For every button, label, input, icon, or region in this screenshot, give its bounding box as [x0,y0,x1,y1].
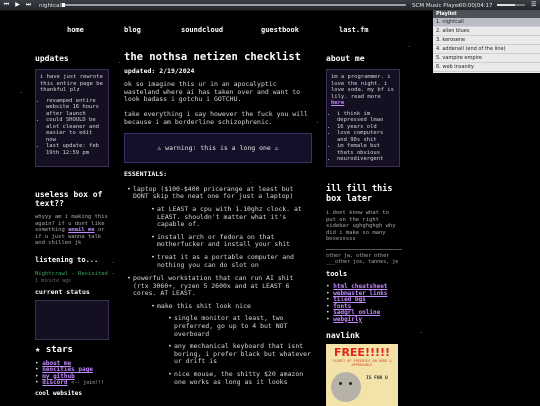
update-item: could SHOULD be alot cleaner and easier … [46,117,104,143]
join-note: <-- join!!! [71,379,105,386]
about-me-title: about me [326,54,365,63]
stars-links: • about me • neocities page • my github … [35,360,105,386]
volume-level [497,4,516,6]
right-sidebar: about me im a programmer. i love the nig… [326,54,400,167]
update-item: revamped entire website 16 hours after l… [46,98,104,118]
star-decoration: · [20,90,23,95]
playlist-title: Playlist [433,10,540,18]
useless-box-title: useless box of text?? [35,190,103,208]
star-decoration: · [420,330,423,335]
workstation-detail: • single monitor at least, two preferred,… [168,314,288,338]
stars-title: ★ stars [35,345,73,355]
update-item: last update: feb 19th 12:59 pm [46,143,104,156]
laptop-subitem: • at LEAST a cpu with 1.10ghz clock. at L… [151,204,302,229]
status-box [35,300,109,340]
updates-intro: i have just rewrote this entire page be … [40,74,103,93]
play-button[interactable]: ▶ [14,2,21,8]
cool-websites-title: cool websites [35,390,82,398]
nav-home[interactable]: home [67,26,84,34]
about-item: im female but thats obvious [337,143,395,156]
star-icon: ★ [35,345,41,355]
updates-title: updates [35,54,69,63]
webgirly-link[interactable]: webgirly [333,316,362,323]
workstation-detail: • any mechanical keyboard that isnt borin… [168,342,311,366]
workstation-detail: • nice mouse, the shitty $20 amazon one w… [168,370,304,386]
freebies-ad-banner[interactable]: FREE!!!!! PLENTY OF FREEBIES ON HERE & A… [326,344,398,406]
playlist-item[interactable]: 2. alien blues [433,27,540,36]
playlist-toggle-icon[interactable]: ☰ [531,2,538,8]
now-playing-title: nightcall [39,3,63,9]
page-title: the nothsa netizen checklist [124,51,302,63]
playlist-item[interactable]: 5. vampire empire [433,54,540,63]
nav-guestbook[interactable]: guestbook [261,26,299,34]
tools-list: • html cheatsheet • webmaster links • ti… [326,283,388,323]
workstation-subitem: • make this shit look nice [151,301,251,310]
read-more-link[interactable]: here [331,100,344,106]
disclaimer-paragraph: take everything i say however the fuck y… [124,109,308,126]
fill-box-text: i dont know what to put on the right sid… [326,210,396,242]
player-app-label: SCM Music Player [412,3,461,9]
fill-box-section: ill fill this box later i dont know what… [326,184,402,265]
fill-box-title: ill fill this box later [326,184,393,204]
listening-time: 1 minute ago [35,278,72,284]
intro-paragraph: ok so imagine this ur in an apocalyptic … [124,80,301,104]
playlist-panel: Playlist 1. nightcall 2. alien blues 3. … [433,10,540,73]
tools-title: tools [326,270,348,278]
seek-bar[interactable] [62,3,406,7]
status-section: current status [35,288,109,340]
main-content: the nothsa netizen checklist updated: 2/… [124,51,312,386]
listening-title: listening to... [35,256,99,264]
left-sidebar: updates i have just rewrote this entire … [35,54,109,167]
playlist-item[interactable]: 3. kerosene [433,36,540,45]
fill-box-footer: other jw, other other ___other jos, tann… [326,248,402,265]
warning-banner: ⚠ warning: this is a long one ⚠ [124,133,312,164]
laptop-item: • laptop ($100-$400 pricerange at least … [127,184,294,201]
updated-date: updated: 2/19/2024 [124,66,195,75]
laptop-subitem: • install arch or fedora on that motherfu… [151,232,291,249]
nav-blog[interactable]: blog [124,26,141,34]
useless-box-section: useless box of text?? whyyy am i making … [35,190,109,247]
star-decoration: · [118,60,121,65]
about-item: love computers and 90s shit [337,130,395,143]
star-decoration: · [316,120,319,125]
previous-track-button[interactable]: ⏮ [3,2,10,8]
listening-section: listening to... Nightcrawl - Revisited -… [35,256,125,284]
about-me-box: im a programmer. i love the night. i lov… [326,69,400,167]
playlist-item[interactable]: 1. nightcall [433,18,540,27]
listening-track[interactable]: Nightcrawl - Revisited - [35,271,125,277]
volume-slider[interactable] [497,4,525,6]
ad-title: FREE!!!!! [333,346,391,359]
nav-soundcloud[interactable]: soundcloud [181,26,223,34]
ad-subtitle: PLENTY OF FREEBIES ON HERE & APPROVABLE [332,359,392,367]
workstation-item: • powerful workstation that can run AI s… [127,274,294,298]
seek-knob[interactable] [62,3,65,7]
ad-tag: IS FOR U [366,376,388,381]
essentials-label: ESSENTIALS: [124,170,168,179]
stars-section: ★ stars • about me • neocities page • my… [35,345,125,397]
nav-lastfm[interactable]: last.fm [339,26,369,34]
discord-link[interactable]: discord [42,379,67,386]
cat-image [331,372,361,402]
about-me-text: im a programmer. i love the night. i lov… [331,74,394,106]
next-track-button[interactable]: ⏭ [25,2,32,8]
navlink-title: navlink [326,331,360,340]
useless-box-text: whyyy am i making this again? if u dont … [35,214,108,246]
track-time: 00:00|04:17 [459,3,493,9]
star-decoration: · [408,44,411,49]
email-me-link[interactable]: email me [68,227,95,233]
navlink-section: navlink FREE!!!!! PLENTY OF FREEBIES ON … [326,331,402,406]
tools-section: tools • html cheatsheet • webmaster link… [326,270,402,323]
updates-box: i have just rewrote this entire page be … [35,69,109,167]
about-item: i think im depressed lmao [337,111,395,124]
laptop-subitem: • treat it as a portable computer and not… [151,252,294,269]
status-title: current status [35,288,90,296]
playlist-item[interactable]: 4. addenall (end of the line) [433,45,540,54]
about-item: neurodivergent [337,156,395,163]
playlist-item[interactable]: 6. web insanity [433,63,540,72]
